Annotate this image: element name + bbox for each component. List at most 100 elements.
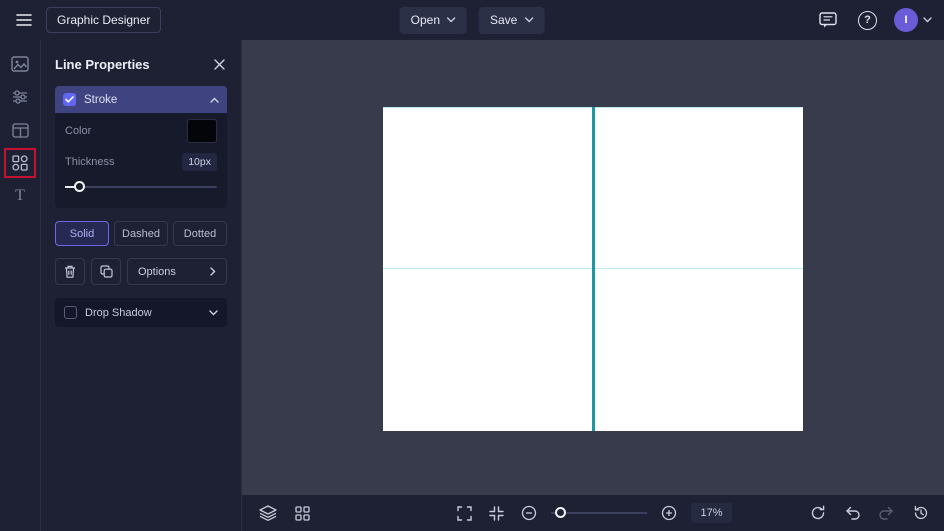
rail-item-images[interactable] — [10, 55, 30, 73]
zoom-level-value[interactable]: 17% — [691, 503, 731, 523]
save-button[interactable]: Save — [479, 7, 544, 34]
canvas-area[interactable] — [242, 40, 944, 495]
expand-icon — [457, 506, 472, 521]
stroke-color-swatch[interactable] — [187, 119, 217, 143]
topbar: Graphic Designer Open Save ? I — [0, 0, 944, 40]
options-button[interactable]: Options — [127, 258, 227, 285]
topbar-left: Graphic Designer — [0, 7, 161, 33]
grid-icon — [295, 506, 310, 521]
slider-track — [65, 186, 217, 188]
stroke-section-body: Color Thickness 10px — [55, 113, 227, 208]
drop-shadow-label: Drop Shadow — [85, 307, 201, 319]
line-style-segment: Solid Dashed Dotted — [55, 221, 227, 246]
sync-icon — [810, 505, 826, 521]
comment-icon — [819, 12, 837, 28]
rail-item-adjustments[interactable] — [10, 88, 30, 106]
chevron-down-icon — [923, 17, 932, 23]
drop-shadow-checkbox[interactable] — [64, 306, 77, 319]
history-button[interactable] — [910, 502, 932, 524]
rail-item-shapes[interactable] — [10, 154, 30, 172]
thickness-label: Thickness — [65, 156, 115, 168]
close-icon — [214, 59, 225, 70]
image-icon — [11, 56, 29, 72]
avatar: I — [894, 8, 918, 32]
redo-button[interactable] — [876, 503, 897, 523]
bottombar: 17% — [242, 495, 944, 531]
active-tool-highlight — [4, 148, 36, 178]
plus-circle-icon — [661, 505, 677, 521]
layout-icon — [12, 123, 29, 138]
text-tool-icon: T — [15, 188, 25, 204]
minus-circle-icon — [521, 505, 537, 521]
check-icon — [65, 96, 74, 103]
line-object[interactable] — [592, 107, 595, 431]
redo-icon — [879, 506, 894, 520]
style-solid-button[interactable]: Solid — [55, 221, 109, 246]
compress-icon — [489, 506, 504, 521]
help-button[interactable]: ? — [854, 7, 881, 34]
duplicate-button[interactable] — [91, 258, 121, 285]
shapes-icon — [12, 155, 28, 171]
hamburger-icon — [16, 13, 32, 27]
object-tools-row: Options — [55, 258, 227, 285]
thickness-slider[interactable] — [65, 180, 217, 194]
options-button-label: Options — [138, 266, 176, 278]
layers-icon — [259, 505, 277, 521]
feedback-button[interactable] — [815, 8, 841, 32]
stroke-section: Stroke Color Thickness 10px — [55, 86, 227, 208]
topbar-center: Open Save — [400, 7, 545, 34]
zoom-in-button[interactable] — [658, 502, 680, 524]
stroke-section-label: Stroke — [84, 94, 202, 106]
style-dotted-button[interactable]: Dotted — [173, 221, 227, 246]
chevron-down-icon — [447, 17, 456, 23]
layers-button[interactable] — [256, 502, 280, 524]
app-title: Graphic Designer — [46, 7, 161, 33]
artboard[interactable] — [383, 107, 803, 431]
zoom-slider[interactable] — [551, 506, 647, 520]
open-button-label: Open — [411, 13, 440, 27]
undo-button[interactable] — [842, 503, 863, 523]
zoom-out-button[interactable] — [518, 502, 540, 524]
history-icon — [913, 505, 929, 521]
account-menu[interactable]: I — [894, 8, 932, 32]
chevron-down-icon — [524, 17, 533, 23]
thickness-row: Thickness 10px — [65, 146, 217, 177]
history-controls — [807, 502, 932, 524]
tool-rail: T — [0, 40, 41, 531]
color-row: Color — [65, 115, 217, 146]
app-title-label: Graphic Designer — [57, 13, 150, 27]
menu-button[interactable] — [12, 9, 36, 31]
undo-icon — [845, 506, 860, 520]
close-panel-button[interactable] — [212, 57, 227, 72]
line-properties-panel: Line Properties Stroke Color Thickness — [41, 40, 242, 531]
reset-view-button[interactable] — [807, 502, 829, 524]
zoom-slider-thumb[interactable] — [555, 507, 566, 518]
chevron-down-icon — [209, 310, 218, 316]
stroke-section-header[interactable]: Stroke — [55, 86, 227, 113]
panel-title: Line Properties — [55, 57, 150, 72]
rail-item-templates[interactable] — [10, 121, 30, 139]
sliders-icon — [12, 89, 28, 105]
app-window: Graphic Designer Open Save ? I — [0, 0, 944, 531]
color-label: Color — [65, 125, 91, 137]
copy-icon — [100, 265, 113, 278]
delete-button[interactable] — [55, 258, 85, 285]
stroke-checkbox[interactable] — [63, 93, 76, 106]
slider-thumb[interactable] — [74, 181, 85, 192]
fit-to-screen-button[interactable] — [486, 503, 507, 524]
open-button[interactable]: Open — [400, 7, 467, 34]
save-button-label: Save — [490, 13, 517, 27]
panel-title-row: Line Properties — [55, 53, 227, 75]
chevron-up-icon — [210, 97, 219, 103]
trash-icon — [64, 265, 76, 278]
grid-view-button[interactable] — [292, 503, 313, 524]
style-dashed-button[interactable]: Dashed — [114, 221, 168, 246]
rail-item-text[interactable]: T — [10, 187, 30, 205]
thickness-value[interactable]: 10px — [182, 153, 217, 171]
chevron-right-icon — [210, 267, 216, 276]
zoom-controls: 17% — [454, 502, 731, 524]
fullscreen-button[interactable] — [454, 503, 475, 524]
drop-shadow-row[interactable]: Drop Shadow — [55, 298, 227, 327]
topbar-right: ? I — [815, 7, 932, 34]
bottombar-left — [256, 502, 313, 524]
